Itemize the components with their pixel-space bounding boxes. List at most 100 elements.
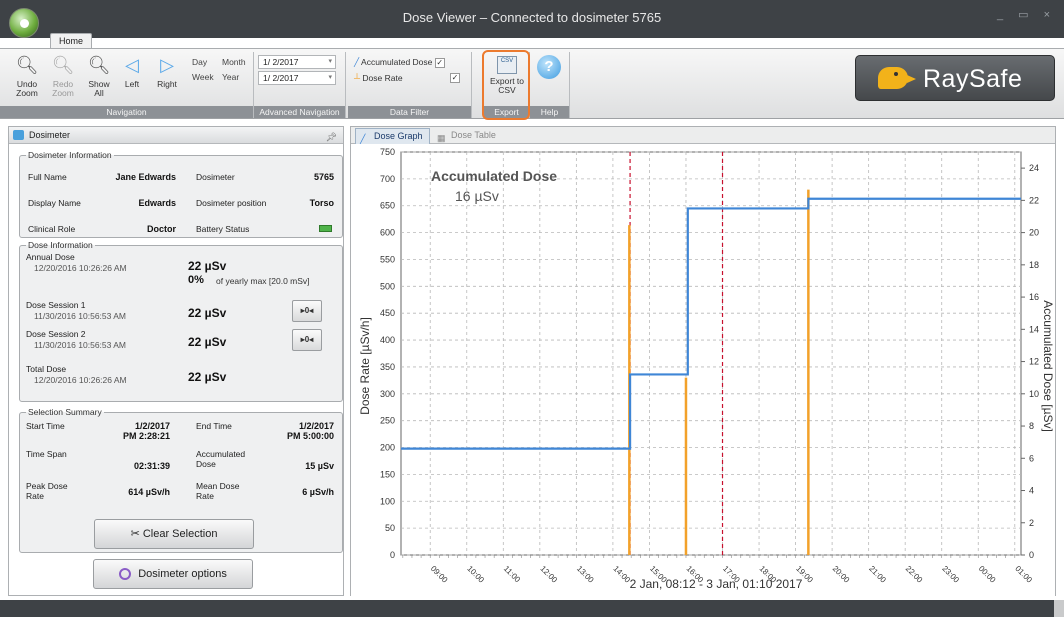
- accumulated-dose-label: Accumulated: [196, 449, 246, 459]
- resize-grip[interactable]: [1054, 600, 1064, 617]
- graph-panel: ╱ Dose Graph ▦ Dose Table 0 50 100 150 200 25…: [350, 126, 1056, 596]
- window-title: Dose Viewer – Connected to dosimeter 576…: [402, 10, 662, 25]
- end-time-label: End Time: [196, 421, 232, 431]
- arrow-left-icon: ◁: [125, 55, 139, 75]
- y2-tick-label: 14: [1029, 324, 1039, 334]
- month-option[interactable]: Month: [222, 57, 246, 67]
- y2-tick-label: 24: [1029, 163, 1039, 173]
- session2-label: Dose Session 2: [26, 329, 86, 339]
- tab-dose-table[interactable]: ▦ Dose Table: [433, 128, 502, 144]
- dose-information-legend: Dose Information: [28, 240, 93, 250]
- y2-tick-label: 8: [1029, 421, 1034, 431]
- year-option[interactable]: Year: [222, 72, 239, 82]
- dose-graph[interactable]: 0501001502002503003504004505005506006507…: [351, 144, 1055, 596]
- y2-tick-label: 18: [1029, 260, 1039, 270]
- window-controls[interactable]: _ ▭ ×: [997, 8, 1056, 21]
- total-dose-value: 22 µSv: [188, 370, 227, 384]
- export-highlight: [482, 50, 530, 120]
- arrow-right-icon: ▷: [160, 55, 174, 75]
- end-date-picker[interactable]: 1/ 2/2017 ▾: [258, 71, 336, 85]
- accumulated-dose-label-2: Dose: [196, 459, 216, 469]
- y2-tick-label: 20: [1029, 228, 1039, 238]
- dose-rate-filter[interactable]: ┴ Dose Rate ✓: [354, 73, 466, 83]
- day-option[interactable]: Day: [192, 57, 207, 67]
- reset-session2-button[interactable]: ▸0◂: [292, 329, 322, 351]
- y-tick-label: 50: [385, 523, 395, 533]
- y2-tick-label: 10: [1029, 389, 1039, 399]
- y2-tick-label: 4: [1029, 486, 1034, 496]
- y-tick-label: 0: [390, 550, 395, 560]
- show-all-label: Show All: [88, 79, 110, 98]
- show-all-button[interactable]: 🔍︎ Show All: [84, 54, 114, 98]
- undo-zoom-label: Undo Zoom: [16, 79, 38, 98]
- redo-zoom-label: Redo Zoom: [52, 79, 74, 98]
- y2-tick-label: 6: [1029, 453, 1034, 463]
- dosimeter-options-button[interactable]: Dosimeter options: [93, 559, 253, 589]
- dosimeter-information-box: Dosimeter Information Full Name Jane Edw…: [19, 150, 343, 238]
- reset-session1-button[interactable]: ▸0◂: [292, 300, 322, 322]
- help-icon[interactable]: ?: [537, 55, 561, 79]
- y-tick-label: 550: [380, 254, 395, 264]
- time-span-value: 02:31:39: [133, 461, 170, 471]
- annual-dose-value: 22 µSv: [188, 259, 227, 273]
- dosimeter-label: Dosimeter: [196, 172, 235, 182]
- line-icon: ╱: [354, 57, 360, 67]
- tab-home[interactable]: Home: [50, 33, 92, 49]
- chevron-down-icon: ▾: [328, 74, 332, 81]
- start-date-value: 1/ 2/2017: [263, 57, 299, 67]
- y-tick-label: 300: [380, 389, 395, 399]
- clear-selection-button[interactable]: ✂︎ Clear Selection: [94, 519, 254, 549]
- redo-zoom-button[interactable]: 🔍︎ Redo Zoom: [48, 54, 78, 98]
- accumulated-dose-filter[interactable]: ╱ Accumulated Dose ✓: [354, 57, 445, 68]
- tab-dose-graph[interactable]: ╱ Dose Graph: [355, 128, 430, 144]
- advanced-navigation-label: Advanced Navigation: [254, 106, 345, 118]
- start-time-label: Start Time: [26, 421, 65, 431]
- clinical-role-label: Clinical Role: [28, 224, 76, 234]
- accumulated-dose-filter-label: Accumulated Dose: [361, 57, 433, 67]
- week-option[interactable]: Week: [192, 72, 214, 82]
- right-label: Right: [157, 79, 177, 89]
- panel-title: Dosimeter: [29, 130, 71, 140]
- y2-tick-label: 22: [1029, 195, 1039, 205]
- magnifier-redo-icon: 🔍︎: [51, 55, 75, 75]
- annotation-value: 16 µSv: [455, 188, 499, 204]
- mean-dose-rate-label: Mean Dose: [196, 481, 240, 491]
- spike-icon: ┴: [354, 73, 361, 83]
- dosimeter-panel: Dosimeter 📌︎ Dosimeter Information Full …: [8, 126, 344, 596]
- data-filter-group: ╱ Accumulated Dose ✓ ┴ Dose Rate ✓ Data …: [348, 52, 472, 118]
- selection-summary-legend: Selection Summary: [28, 407, 102, 417]
- full-name-value: Jane Edwards: [115, 172, 176, 182]
- logo-text: RaySafe: [923, 65, 1023, 93]
- start-date-picker[interactable]: 1/ 2/2017 ▾: [258, 55, 336, 69]
- total-dose-label: Total Dose: [26, 364, 67, 374]
- status-bar: [0, 600, 1064, 617]
- scissors-icon: ✂︎: [130, 528, 140, 540]
- left-label: Left: [124, 79, 140, 89]
- left-button[interactable]: ◁ Left: [120, 54, 144, 89]
- dosimeter-options-label: Dosimeter options: [138, 568, 227, 580]
- dose-rate-checkbox[interactable]: ✓: [450, 73, 460, 83]
- help-label: Help: [530, 106, 569, 118]
- annotation-title: Accumulated Dose: [431, 168, 557, 184]
- graph-tab-bar: ╱ Dose Graph ▦ Dose Table: [351, 127, 1055, 144]
- dosimeter-options-icon: [119, 568, 132, 581]
- mean-dose-rate-label-2: Rate: [196, 491, 214, 501]
- undo-zoom-button[interactable]: 🔍︎ Undo Zoom: [12, 54, 42, 98]
- accumulated-dose-value: 15 µSv: [305, 461, 334, 471]
- accumulated-dose-checkbox[interactable]: ✓: [434, 57, 445, 68]
- session1-timestamp: 11/30/2016 10:56:53 AM: [34, 311, 127, 321]
- end-date-value: 1/ 2/2017: [263, 73, 299, 83]
- y-tick-label: 750: [380, 147, 395, 157]
- right-button[interactable]: ▷ Right: [154, 54, 180, 89]
- position-label: Dosimeter position: [196, 198, 267, 208]
- panel-header: Dosimeter 📌︎: [9, 127, 343, 144]
- y-tick-label: 250: [380, 416, 395, 426]
- peak-dose-rate-label: Peak Dose: [26, 481, 68, 491]
- dose-information-box: Dose Information Annual Dose 12/20/2016 …: [19, 240, 343, 402]
- help-group: ? Help: [530, 52, 570, 118]
- session1-value: 22 µSv: [188, 306, 227, 320]
- pin-icon[interactable]: 📌︎: [326, 129, 337, 145]
- selection-summary-box: Selection Summary Start Time 1/2/2017 PM…: [19, 407, 343, 553]
- magnifier-all-icon: 🔍︎: [87, 55, 111, 75]
- y2-tick-label: 0: [1029, 550, 1034, 560]
